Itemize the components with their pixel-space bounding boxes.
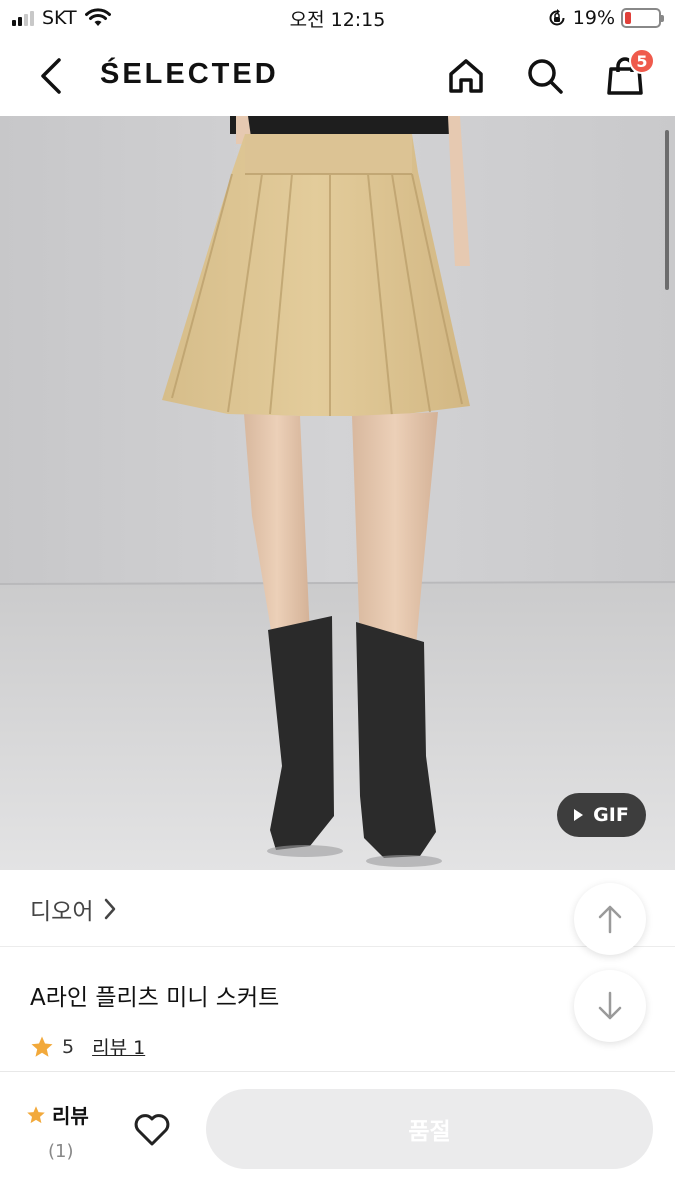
status-left: SKT <box>12 7 111 29</box>
status-bar: SKT 오전 12:15 19% <box>0 0 675 36</box>
star-icon <box>27 1105 45 1123</box>
wishlist-button[interactable] <box>130 1110 174 1150</box>
brand-link[interactable]: 디오어 <box>0 871 675 947</box>
battery-fill <box>625 12 632 24</box>
arrow-up-icon <box>598 905 622 934</box>
search-icon <box>528 59 563 94</box>
carrier-label: SKT <box>42 7 77 29</box>
star-icon <box>31 1036 53 1057</box>
orientation-lock-icon <box>549 9 565 26</box>
app-header: ŚELECTED 5 <box>0 36 675 116</box>
rating-value: 5 <box>62 1035 75 1058</box>
status-right: 19% <box>547 7 664 29</box>
buy-button[interactable]: 품절 <box>206 1089 653 1169</box>
cart-count-badge: 5 <box>629 48 655 74</box>
home-button[interactable] <box>444 54 488 98</box>
battery-icon <box>621 8 664 28</box>
product-title: A라인 플리츠 미니 스커트 <box>30 985 280 1011</box>
review-count: (1) <box>48 1141 74 1162</box>
heart-icon <box>134 1114 170 1146</box>
product-photo <box>0 116 675 870</box>
brand-logo[interactable]: ŚELECTED <box>100 58 279 91</box>
bottom-action-bar: 리뷰 (1) 품절 <box>0 1071 675 1200</box>
signal-icon <box>12 10 34 26</box>
image-scrollbar[interactable] <box>665 130 669 290</box>
brand-name: 디오어 <box>30 898 94 925</box>
wifi-icon <box>84 8 111 26</box>
review-label: 리뷰 <box>52 1104 89 1128</box>
battery-percent: 19% <box>572 7 615 29</box>
rating-row: 5 리뷰 1 <box>30 1033 145 1060</box>
cart-button[interactable]: 5 <box>603 48 655 98</box>
product-image[interactable]: GIF <box>0 116 675 870</box>
back-button[interactable] <box>30 54 70 98</box>
gif-button[interactable]: GIF <box>557 793 646 837</box>
gif-label: GIF <box>593 804 629 826</box>
search-button[interactable] <box>523 54 567 98</box>
review-summary[interactable]: 리뷰 (1) <box>26 1100 106 1162</box>
chevron-right-icon <box>105 898 116 919</box>
scroll-top-button[interactable] <box>574 883 646 955</box>
scroll-bottom-button[interactable] <box>574 970 646 1042</box>
arrow-down-icon <box>598 991 622 1020</box>
chevron-left-icon <box>41 58 61 94</box>
play-icon <box>574 809 584 821</box>
home-icon <box>449 59 483 93</box>
review-link[interactable]: 리뷰 1 <box>92 1033 145 1060</box>
